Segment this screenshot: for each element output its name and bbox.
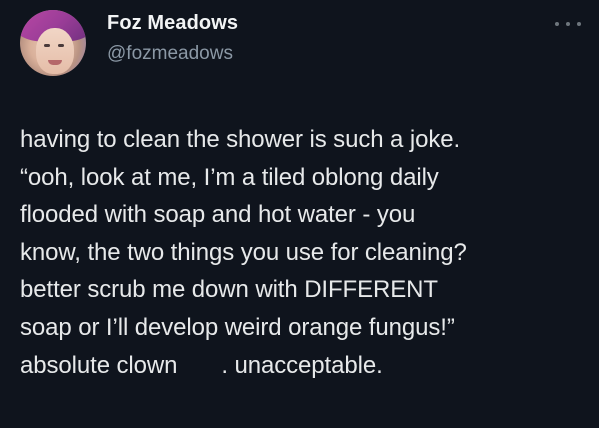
tweet-text: having to clean the shower is such a jok… [20,121,590,384]
ellipsis-dot [555,22,559,26]
avatar[interactable] [20,10,86,76]
tweet-line: better scrub me down with DIFFERENT [20,276,438,304]
tweet-line: having to clean the shower is such a jok… [20,126,461,153]
tweet-card: Foz Meadows @fozmeadows having to clean … [0,0,599,428]
tweet-line: “ooh, look at me, I’m a tiled oblong dai… [20,163,439,191]
tweet-line: soap or I’ll develop weird orange fungus… [20,313,455,341]
avatar-eye-left [44,44,50,47]
author-handle[interactable]: @fozmeadows [107,43,233,65]
ellipsis-icon[interactable] [555,18,581,30]
avatar-eye-right [58,44,64,47]
author-display-name[interactable]: Foz Meadows [107,12,238,35]
avatar-face [36,28,74,74]
tweet-line-last-after: . unacceptable. [221,351,383,379]
tweet-line: know, the two things you use for cleanin… [20,238,467,266]
ellipsis-dot [577,22,581,26]
ellipsis-dot [566,22,570,26]
tweet-line: flooded with soap and hot water - you [20,201,416,229]
tweet-line-last-before: absolute clown [20,351,178,379]
tweet-line-last: absolute clown . unacceptable. [20,347,590,385]
